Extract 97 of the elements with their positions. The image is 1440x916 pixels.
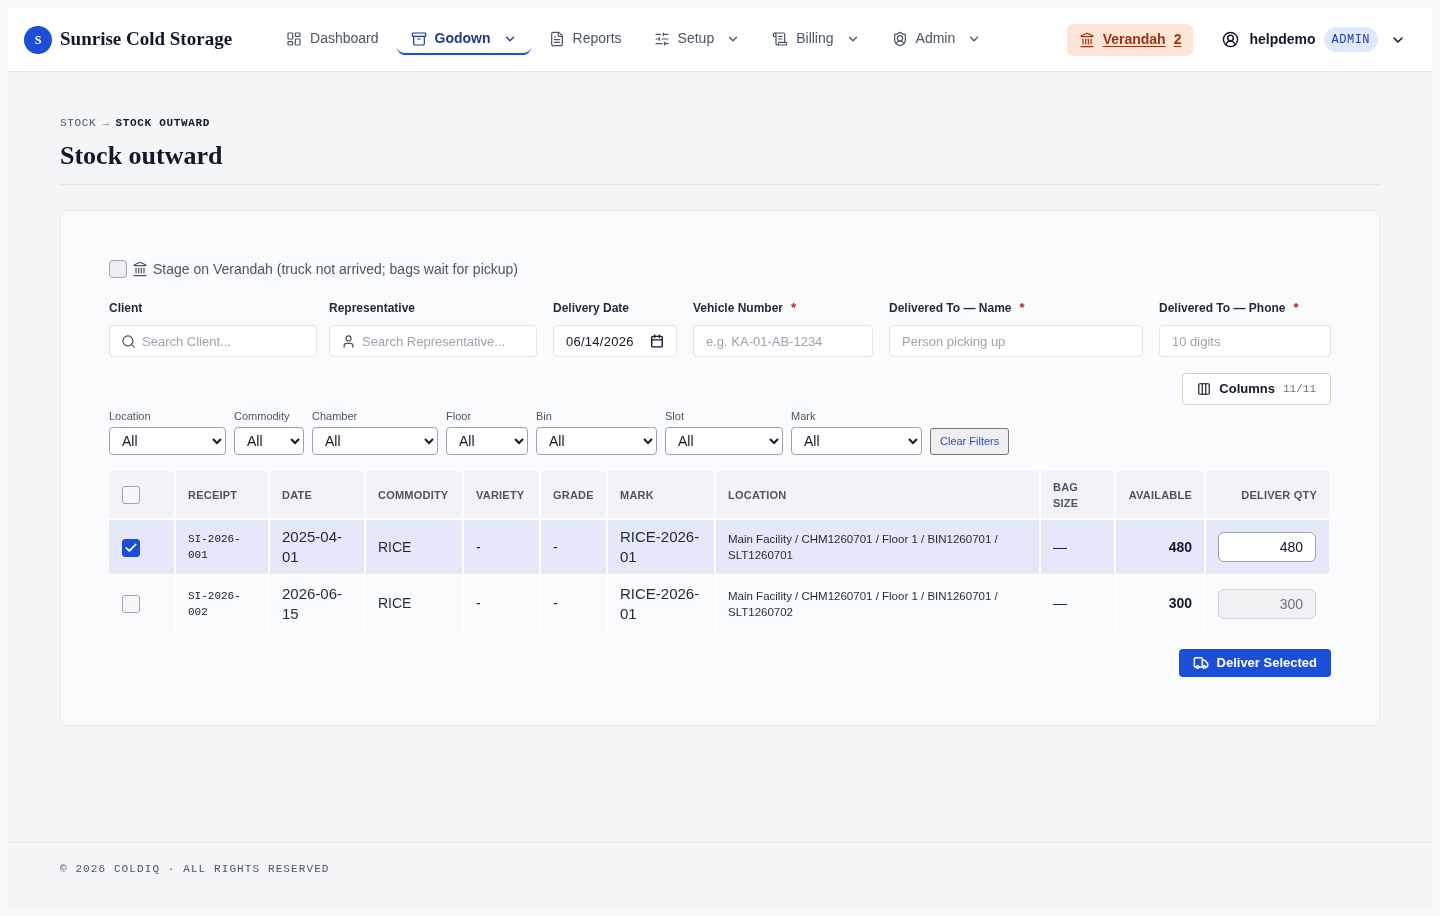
input-field[interactable]: 10 digits xyxy=(1159,325,1331,357)
checkbox-label: Stage on Verandah (truck not arrived; bags wait for pickup) xyxy=(153,259,518,279)
receipt-icon xyxy=(772,30,789,47)
table-cell: SI-2026-002 xyxy=(175,575,269,631)
breadcrumb-item: STOCK OUTWARD xyxy=(115,116,210,131)
table-cell: RICE-2026-01 xyxy=(607,575,715,631)
column-header: LOCATION xyxy=(715,471,1040,519)
input-field[interactable]: Person picking up xyxy=(889,325,1143,357)
table-cell: RICE xyxy=(365,575,463,631)
shield-user-icon xyxy=(891,30,908,47)
nav-item[interactable]: Godown xyxy=(396,24,531,55)
table-cell: — xyxy=(1040,519,1115,575)
field-label: Representative xyxy=(329,300,416,317)
filter-label: Slot xyxy=(665,409,684,423)
filter-select[interactable]: All xyxy=(791,427,922,455)
field-label: Delivery Date xyxy=(553,300,630,317)
filter-label: Bin xyxy=(536,409,552,423)
table-cell: RICE xyxy=(365,519,463,575)
table-cell: 2026-06-15 xyxy=(269,575,365,631)
grid-icon xyxy=(286,30,303,47)
filter-label: Mark xyxy=(791,409,816,423)
footer-text: © 2026 COLDIQ · ALL RIGHTS RESERVED xyxy=(60,863,330,875)
table-cell: 300 xyxy=(1115,575,1205,631)
input-field[interactable]: e.g. KA-01-AB-1234 xyxy=(693,325,873,357)
column-header: MARK xyxy=(607,471,715,519)
columns-icon xyxy=(1197,382,1212,396)
user-name[interactable]: helpdemo xyxy=(1249,29,1316,50)
column-header: DELIVER QTY xyxy=(1205,471,1329,519)
app-title: Sunrise Cold Storage xyxy=(60,27,233,52)
person-icon xyxy=(341,334,356,349)
table-cell: - xyxy=(540,575,607,631)
user-circle-icon[interactable] xyxy=(1222,31,1240,48)
checkbox[interactable] xyxy=(122,486,140,505)
field-label: Vehicle Number xyxy=(693,300,784,317)
filter-label: Location xyxy=(109,409,151,423)
calendar-icon[interactable] xyxy=(650,334,664,348)
table-cell: — xyxy=(1040,575,1115,631)
document-icon xyxy=(548,30,565,47)
sliders-icon xyxy=(653,30,670,47)
table-cell: SI-2026-001 xyxy=(175,519,269,575)
required-mark: * xyxy=(1019,299,1025,318)
table-cell: - xyxy=(463,519,540,575)
nav-item[interactable]: Reports xyxy=(534,24,636,55)
breadcrumb-separator: → xyxy=(102,116,110,131)
clear-filters-button[interactable]: Clear Filters xyxy=(930,428,1010,455)
checkbox[interactable] xyxy=(122,538,140,557)
column-header: VARIETY xyxy=(463,471,540,519)
role-badge: ADMIN xyxy=(1323,27,1378,52)
column-header: DATE xyxy=(269,471,365,519)
required-mark: * xyxy=(1293,299,1299,318)
quantity-input[interactable]: 480 xyxy=(1218,532,1316,562)
date-field[interactable]: 06/14/2026 xyxy=(553,325,677,357)
filter-select[interactable]: All xyxy=(109,427,226,455)
required-mark: * xyxy=(791,299,797,318)
table-cell: Main Facility / CHM1260701 / Floor 1 / BIN1260701 / SLT1260701 xyxy=(715,519,1040,575)
filter-select[interactable]: All xyxy=(446,427,528,455)
filter-select[interactable]: All xyxy=(536,427,657,455)
search-icon xyxy=(121,334,136,349)
table-cell: - xyxy=(463,575,540,631)
nav-item[interactable]: Billing xyxy=(758,24,874,55)
column-header: AVAILABLE xyxy=(1115,471,1205,519)
deliver-selected-button[interactable]: Deliver Selected xyxy=(1178,649,1331,677)
filter-select[interactable]: All xyxy=(234,427,304,455)
nav-item[interactable]: Dashboard xyxy=(272,24,393,55)
table-cell: 480 xyxy=(1115,519,1205,575)
filter-select[interactable]: All xyxy=(312,427,438,455)
landmark-icon xyxy=(1078,31,1095,48)
column-header: RECEIPT xyxy=(175,471,269,519)
checkbox[interactable] xyxy=(109,260,127,278)
field-label: Delivered To — Phone xyxy=(1159,300,1286,317)
table-cell: RICE-2026-01 xyxy=(607,519,715,575)
filter-label: Floor xyxy=(446,409,472,423)
filter-label: Commodity xyxy=(234,409,290,423)
truck-icon xyxy=(1192,655,1209,671)
table-cell: Main Facility / CHM1260701 / Floor 1 / BIN1260701 / SLT1260702 xyxy=(715,575,1040,631)
nav-item[interactable]: Setup xyxy=(639,24,755,55)
page-title: Stock outward xyxy=(60,140,223,172)
filter-select[interactable]: All xyxy=(665,427,783,455)
landmark-icon xyxy=(132,261,148,277)
table-cell: 2025-04-01 xyxy=(269,519,365,575)
column-header: COMMODITY xyxy=(365,471,463,519)
column-header: GRADE xyxy=(540,471,607,519)
quantity-input[interactable]: 300 xyxy=(1218,588,1316,619)
filter-label: Chamber xyxy=(312,409,358,423)
columns-button[interactable]: Columns 11/11 xyxy=(1182,373,1331,405)
nav-item[interactable]: Admin xyxy=(877,24,996,55)
column-header: BAG SIZE xyxy=(1040,471,1115,519)
checkbox[interactable] xyxy=(122,595,140,614)
logo-badge: S xyxy=(24,25,52,54)
search-field[interactable]: Search Representative... xyxy=(329,325,537,357)
archive-box-icon xyxy=(410,30,427,47)
field-label: Client xyxy=(109,300,143,317)
breadcrumb-item[interactable]: STOCK xyxy=(60,115,97,131)
field-label: Delivered To — Name xyxy=(889,300,1012,317)
table-cell: - xyxy=(540,519,607,575)
verandah-link[interactable]: Verandah 2 xyxy=(1066,23,1194,56)
search-field[interactable]: Search Client... xyxy=(109,325,317,357)
